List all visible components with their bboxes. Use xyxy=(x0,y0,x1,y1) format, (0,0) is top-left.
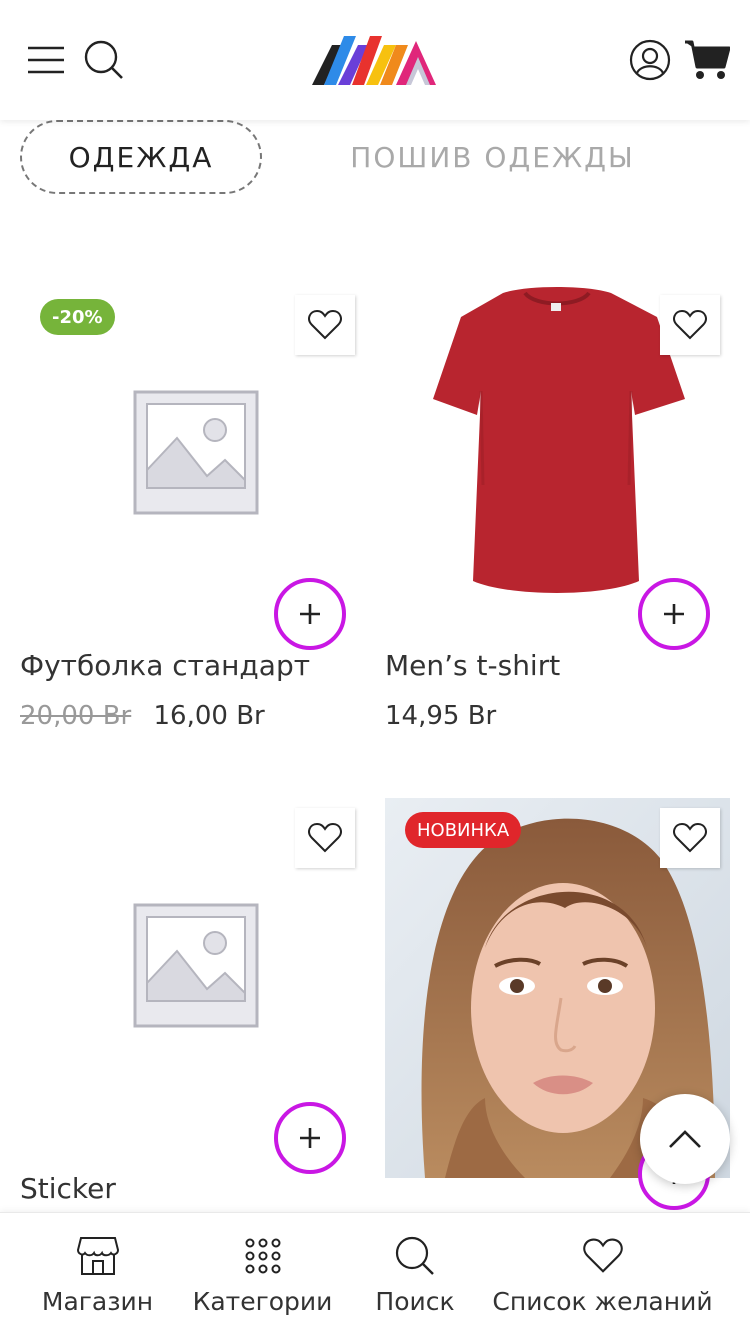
plus-icon xyxy=(300,1128,320,1148)
wishlist-button[interactable] xyxy=(660,295,720,355)
product-title[interactable]: Sticker xyxy=(20,1172,116,1205)
wishlist-button[interactable] xyxy=(295,808,355,868)
heart-icon xyxy=(308,310,342,340)
header-search-button[interactable] xyxy=(80,36,128,84)
nav-label: Список желаний xyxy=(492,1287,713,1316)
cart-button[interactable] xyxy=(682,36,732,84)
heart-icon xyxy=(673,823,707,853)
current-price: 16,00 Br xyxy=(153,701,265,731)
nav-label: Поиск xyxy=(375,1287,455,1316)
product-title[interactable]: Men’s t-shirt xyxy=(385,649,560,682)
wishlist-button[interactable] xyxy=(295,295,355,355)
new-badge: НОВИНКА xyxy=(405,812,522,848)
add-to-cart-button[interactable] xyxy=(274,1102,346,1174)
shop-icon xyxy=(76,1237,119,1275)
plus-icon xyxy=(664,604,684,624)
image-placeholder-icon xyxy=(133,390,259,515)
heart-icon xyxy=(673,310,707,340)
nav-item-wishlist[interactable]: Список желаний xyxy=(492,1213,713,1334)
menu-icon xyxy=(28,46,64,74)
add-to-cart-button[interactable] xyxy=(274,578,346,650)
cart-icon xyxy=(685,40,730,79)
product-price: 20,00 Br 16,00 Br xyxy=(20,701,265,731)
account-icon xyxy=(629,39,671,81)
account-button[interactable] xyxy=(626,36,674,84)
wishlist-button[interactable] xyxy=(660,808,720,868)
product-title[interactable]: Футболка стандарт xyxy=(20,649,310,682)
nav-item-shop[interactable]: Магазин xyxy=(30,1213,165,1334)
plus-icon xyxy=(300,604,320,624)
current-price: 14,95 Br xyxy=(385,701,497,731)
search-icon xyxy=(395,1236,434,1275)
product-price: 14,95 Br xyxy=(385,701,496,731)
scroll-to-top-button[interactable] xyxy=(640,1094,730,1184)
site-logo[interactable] xyxy=(310,33,440,88)
add-to-cart-button[interactable] xyxy=(638,578,710,650)
old-price: 20,00 Br xyxy=(20,701,132,731)
image-placeholder-icon xyxy=(133,903,259,1028)
category-tabs: ОДЕЖДА ПОШИВ ОДЕЖДЫ xyxy=(0,120,750,200)
product-card[interactable]: Sticker xyxy=(20,798,365,1218)
bottom-navigation: Магазин Категории Поиск Список желаний xyxy=(0,1212,750,1334)
heart-icon xyxy=(582,1238,623,1273)
site-header xyxy=(0,0,750,120)
chevron-up-icon xyxy=(669,1130,701,1148)
tab-odezhda[interactable]: ОДЕЖДА xyxy=(20,120,262,194)
product-card[interactable]: Men’s t-shirt 14,95 Br xyxy=(385,285,730,745)
product-card[interactable]: -20% Футболка стандарт 20,00 Br 16,00 Br xyxy=(20,285,365,745)
search-icon xyxy=(84,40,123,79)
heart-icon xyxy=(308,823,342,853)
nav-label: Магазин xyxy=(41,1287,154,1316)
nav-item-categories[interactable]: Категории xyxy=(190,1213,335,1334)
nav-label: Категории xyxy=(192,1287,333,1316)
menu-button[interactable] xyxy=(22,38,70,82)
nav-item-search[interactable]: Поиск xyxy=(360,1213,470,1334)
tab-poshiv-odezhdy[interactable]: ПОШИВ ОДЕЖДЫ xyxy=(330,120,655,194)
grid-icon xyxy=(245,1238,280,1274)
sale-badge: -20% xyxy=(40,299,115,335)
